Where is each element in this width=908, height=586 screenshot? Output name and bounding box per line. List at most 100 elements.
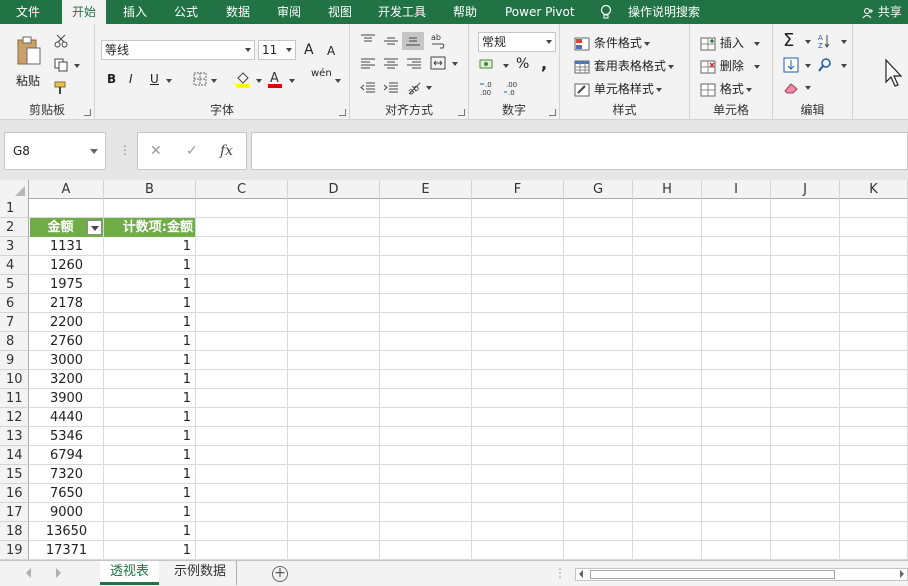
clear-eraser-icon[interactable]: [783, 81, 799, 95]
cell-count[interactable]: 1: [104, 427, 194, 446]
orientation-dropdown-icon[interactable]: [426, 86, 432, 90]
grow-font-button[interactable]: A: [304, 42, 314, 58]
sort-filter-icon[interactable]: AZ: [817, 32, 835, 50]
cell-amount[interactable]: 5346: [30, 427, 103, 446]
cell-amount[interactable]: 9000: [30, 503, 103, 522]
scroll-right-icon[interactable]: [900, 570, 904, 578]
cell-count[interactable]: 1: [104, 275, 194, 294]
number-format-select[interactable]: 常规: [478, 32, 556, 52]
name-box[interactable]: G8: [4, 132, 106, 170]
cell-amount[interactable]: 1260: [30, 256, 103, 275]
cell-amount[interactable]: 4440: [30, 408, 103, 427]
phonetic-dropdown-icon[interactable]: [335, 79, 341, 83]
align-top-icon[interactable]: [360, 34, 376, 46]
orientation-icon[interactable]: ab: [406, 80, 422, 96]
number-launcher-icon[interactable]: [549, 109, 556, 116]
tab-review[interactable]: 审阅: [271, 0, 307, 24]
alignment-launcher-icon[interactable]: [458, 109, 465, 116]
sheet-prev-icon[interactable]: [26, 568, 31, 578]
cell-amount[interactable]: 6794: [30, 446, 103, 465]
column-header-i[interactable]: I: [702, 180, 771, 199]
align-right-icon[interactable]: [406, 58, 422, 70]
cell-count[interactable]: 1: [104, 408, 194, 427]
clear-dropdown-icon[interactable]: [805, 86, 811, 90]
row-header-7[interactable]: 7: [0, 313, 29, 332]
row-header-11[interactable]: 11: [0, 389, 29, 408]
font-color-icon[interactable]: A: [267, 70, 283, 88]
cell-count[interactable]: 1: [104, 351, 194, 370]
comma-style-button[interactable]: ,: [541, 54, 547, 73]
column-header-d[interactable]: D: [288, 180, 380, 199]
row-header-4[interactable]: 4: [0, 256, 29, 275]
row-header-15[interactable]: 15: [0, 465, 29, 484]
delete-cells-button[interactable]: 删除: [700, 57, 760, 73]
wrap-text-icon[interactable]: ab: [430, 32, 446, 50]
formula-input[interactable]: [251, 132, 908, 170]
row-header-12[interactable]: 12: [0, 408, 29, 427]
scroll-left-icon[interactable]: [579, 570, 583, 578]
align-bottom-button[interactable]: [402, 32, 424, 50]
cell-count[interactable]: 1: [104, 484, 194, 503]
row-header-1[interactable]: 1: [0, 199, 29, 218]
cell-count[interactable]: 1: [104, 313, 194, 332]
merge-center-icon[interactable]: [430, 56, 446, 70]
row-header-2[interactable]: 2: [0, 218, 29, 237]
share-button[interactable]: 共享: [862, 0, 902, 24]
column-header-k[interactable]: K: [840, 180, 908, 199]
cell-count[interactable]: 1: [104, 465, 194, 484]
pivot-header-count[interactable]: 计数项:金额: [104, 218, 195, 237]
cell-count[interactable]: 1: [104, 389, 194, 408]
autosum-dropdown-icon[interactable]: [805, 40, 811, 44]
merge-dropdown-icon[interactable]: [452, 62, 458, 66]
sheet-tab-sample-data[interactable]: 示例数据: [164, 561, 238, 585]
cell-amount[interactable]: 3200: [30, 370, 103, 389]
pivot-filter-dropdown-icon[interactable]: [87, 220, 102, 235]
row-header-10[interactable]: 10: [0, 370, 29, 389]
cell-amount[interactable]: 2178: [30, 294, 103, 313]
cell-amount[interactable]: 13650: [30, 522, 103, 541]
column-header-f[interactable]: F: [472, 180, 564, 199]
align-middle-icon[interactable]: [383, 36, 399, 48]
format-as-table-button[interactable]: 套用表格格式: [574, 57, 674, 73]
cell-count[interactable]: 1: [104, 332, 194, 351]
cell-count[interactable]: 1: [104, 237, 194, 256]
decrease-decimal-icon[interactable]: .00.0: [503, 80, 523, 96]
italic-button[interactable]: I: [129, 72, 133, 86]
column-header-h[interactable]: H: [633, 180, 702, 199]
worksheet-grid[interactable]: ABCDEFGHIJK 1 2 3 4 5 6 7 8 9 10 11 12 13 14 15 16 17 18 1…: [0, 180, 908, 560]
format-cells-button[interactable]: 格式: [700, 80, 752, 96]
row-header-13[interactable]: 13: [0, 427, 29, 446]
cell-styles-button[interactable]: 单元格样式: [574, 80, 662, 96]
cell-amount[interactable]: 7320: [30, 465, 103, 484]
accounting-dropdown-icon[interactable]: [503, 64, 509, 68]
tell-me-search[interactable]: 操作说明搜索: [622, 0, 706, 24]
tab-view[interactable]: 视图: [322, 0, 358, 24]
cell-count[interactable]: 1: [104, 503, 194, 522]
percent-style-button[interactable]: %: [516, 56, 529, 72]
column-header-c[interactable]: C: [196, 180, 288, 199]
row-header-3[interactable]: 3: [0, 237, 29, 256]
select-all-button[interactable]: [0, 180, 29, 199]
formula-bar-grip-icon[interactable]: ⋮: [119, 143, 131, 157]
font-launcher-icon[interactable]: [339, 109, 346, 116]
cell-count[interactable]: 1: [104, 541, 194, 560]
row-header-18[interactable]: 18: [0, 522, 29, 541]
tab-power-pivot[interactable]: Power Pivot: [499, 0, 581, 24]
cut-icon[interactable]: [54, 34, 68, 48]
row-header-9[interactable]: 9: [0, 351, 29, 370]
underline-button[interactable]: U: [150, 72, 159, 86]
fill-down-icon[interactable]: [783, 57, 799, 73]
copy-dropdown-icon[interactable]: [74, 64, 80, 68]
cell-count[interactable]: 1: [104, 370, 194, 389]
row-header-17[interactable]: 17: [0, 503, 29, 522]
tab-split-grip-icon[interactable]: ⋮: [554, 566, 566, 580]
cancel-icon[interactable]: ✕: [150, 143, 162, 159]
accounting-format-icon[interactable]: [479, 58, 497, 72]
cell-amount[interactable]: 3900: [30, 389, 103, 408]
cell-amount[interactable]: 1131: [30, 237, 103, 256]
underline-dropdown-icon[interactable]: [166, 79, 172, 83]
tab-formulas[interactable]: 公式: [168, 0, 204, 24]
sheet-tab-pivot[interactable]: 透视表: [100, 561, 160, 585]
cell-count[interactable]: 1: [104, 294, 194, 313]
cell-amount[interactable]: 17371: [30, 541, 103, 560]
